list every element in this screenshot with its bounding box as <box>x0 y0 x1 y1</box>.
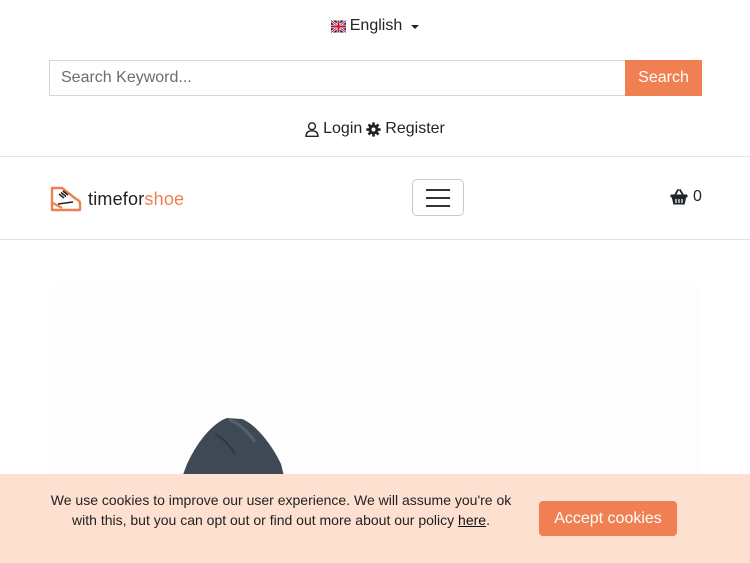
search-form: Search <box>49 60 702 96</box>
basket-icon <box>670 189 688 205</box>
cart-button[interactable]: 0 <box>670 188 702 206</box>
cookie-banner: We use cookies to improve our user exper… <box>0 474 750 563</box>
nav-divider <box>0 239 750 240</box>
cookie-message-suffix: . <box>486 512 490 528</box>
register-link[interactable]: Register <box>366 120 445 138</box>
site-logo[interactable]: timeforshoe <box>49 185 184 213</box>
search-button[interactable]: Search <box>625 60 702 96</box>
hamburger-line <box>426 196 450 199</box>
language-dropdown[interactable]: English <box>330 17 420 35</box>
cookie-message-block: We use cookies to improve our user exper… <box>46 490 516 530</box>
hamburger-line <box>426 204 450 207</box>
user-icon <box>305 121 319 137</box>
accept-cookies-button[interactable]: Accept cookies <box>539 501 677 536</box>
auth-links: Login Register <box>0 118 750 140</box>
logo-text: timeforshoe <box>88 189 184 210</box>
language-bar: English <box>0 14 750 38</box>
cookie-policy-link[interactable]: here <box>458 512 486 528</box>
login-label: Login <box>323 120 363 137</box>
header-divider <box>0 156 750 157</box>
cart-count: 0 <box>693 188 702 205</box>
search-input[interactable] <box>49 60 625 96</box>
logo-text-shoe: shoe <box>144 188 185 209</box>
menu-toggle-button[interactable] <box>412 179 464 216</box>
login-link[interactable]: Login <box>305 120 362 138</box>
gear-icon <box>366 121 381 137</box>
logo-text-timefor: timefor <box>88 188 145 209</box>
language-label: English <box>349 17 403 34</box>
shoe-logo-icon <box>50 186 82 212</box>
cookie-message: We use cookies to improve our user exper… <box>50 492 512 528</box>
uk-flag-icon <box>330 19 346 33</box>
register-label: Register <box>385 120 445 137</box>
caret-down-icon <box>411 24 420 29</box>
hamburger-line <box>426 188 450 191</box>
